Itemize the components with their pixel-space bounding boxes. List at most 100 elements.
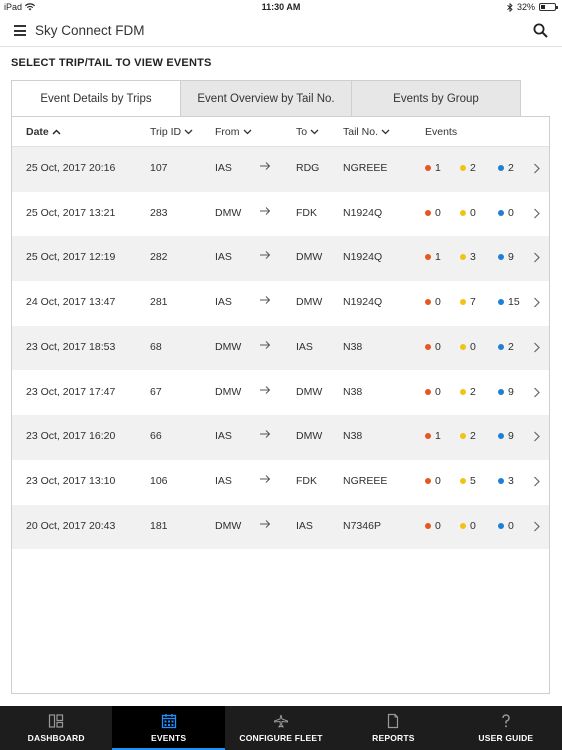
- event-count-yellow-value: 0: [470, 206, 476, 219]
- status-bar: iPad 11:30 AM 32%: [0, 0, 562, 14]
- row-trip-id: 282: [150, 251, 168, 264]
- yellow-dot-icon: [460, 299, 466, 306]
- event-count-yellow: 2: [460, 430, 476, 442]
- row-from: IAS: [215, 430, 232, 443]
- row-date: 23 Oct, 2017 18:53: [26, 340, 116, 353]
- yellow-dot-icon: [460, 388, 466, 395]
- column-from[interactable]: From: [215, 126, 252, 138]
- event-count-yellow: 5: [460, 475, 476, 487]
- column-tail-no-label: Tail No.: [343, 126, 379, 138]
- yellow-dot-icon: [460, 433, 466, 440]
- event-count-yellow: 0: [460, 341, 476, 353]
- document-icon: [385, 713, 401, 729]
- row-date: 20 Oct, 2017 20:43: [26, 519, 116, 532]
- blue-dot-icon: [498, 433, 504, 440]
- row-from: DMW: [215, 519, 242, 532]
- event-count-red: 1: [425, 430, 441, 442]
- arrow-right-icon: [259, 160, 271, 172]
- battery-percent: 32%: [516, 2, 535, 12]
- table-row[interactable]: 25 Oct, 2017 12:19 282 IAS DMW N1924Q 1 3 9: [12, 236, 549, 282]
- table-row[interactable]: 23 Oct, 2017 17:47 67 DMW DMW N38 0 2 9: [12, 371, 549, 416]
- event-count-blue: 2: [498, 162, 514, 174]
- table-row[interactable]: 25 Oct, 2017 20:16 107 IAS RDG NGREEE 1 2 2: [12, 147, 549, 192]
- row-to: FDK: [296, 474, 317, 487]
- row-tail-no: N38: [343, 385, 363, 398]
- hamburger-menu-icon[interactable]: [14, 25, 26, 36]
- row-tail-no: N1924Q: [343, 251, 383, 264]
- sort-ascending-icon: [52, 129, 61, 135]
- red-dot-icon: [425, 254, 431, 261]
- row-from: DMW: [215, 385, 242, 398]
- row-to: DMW: [296, 430, 323, 443]
- event-count-red: 0: [425, 207, 441, 219]
- event-count-red: 0: [425, 341, 441, 353]
- red-dot-icon: [425, 209, 431, 216]
- row-date: 25 Oct, 2017 13:21: [26, 206, 116, 219]
- table-row[interactable]: 20 Oct, 2017 20:43 181 DMW IAS N7346P 0 0 0: [12, 504, 549, 550]
- event-count-yellow: 3: [460, 251, 476, 263]
- search-icon[interactable]: [533, 23, 548, 38]
- table-header: Date Trip ID From To Tail No. Events: [12, 117, 549, 147]
- arrow-right-icon: [259, 473, 271, 485]
- table-row[interactable]: 23 Oct, 2017 13:10 106 IAS FDK NGREEE 0 5 3: [12, 460, 549, 505]
- blue-dot-icon: [498, 209, 504, 216]
- arrow-right-icon: [259, 249, 271, 261]
- event-count-yellow-value: 0: [470, 340, 476, 353]
- blue-dot-icon: [498, 343, 504, 350]
- tab-event-details-by-trips[interactable]: Event Details by Trips: [11, 80, 181, 117]
- chevron-down-icon: [243, 129, 251, 135]
- event-count-blue-value: 9: [508, 251, 514, 264]
- event-count-blue-value: 0: [508, 519, 514, 532]
- column-tail-no[interactable]: Tail No.: [343, 126, 390, 138]
- arrow-right-icon: [259, 518, 271, 530]
- row-tail-no: N1924Q: [343, 206, 383, 219]
- table-row[interactable]: 23 Oct, 2017 16:20 66 IAS DMW N38 1 2 9: [12, 415, 549, 460]
- event-count-red-value: 0: [435, 519, 441, 532]
- chevron-right-icon: [533, 208, 540, 219]
- tab-user-guide[interactable]: USER GUIDE: [450, 706, 562, 750]
- yellow-dot-icon: [460, 522, 466, 529]
- tab-configure-fleet[interactable]: CONFIGURE FLEET: [225, 706, 337, 750]
- column-trip-id[interactable]: Trip ID: [150, 126, 193, 138]
- row-from: DMW: [215, 206, 242, 219]
- tab-label: DASHBOARD: [27, 733, 85, 743]
- event-count-yellow-value: 2: [470, 430, 476, 443]
- row-tail-no: N7346P: [343, 519, 381, 532]
- yellow-dot-icon: [460, 165, 466, 171]
- yellow-dot-icon: [460, 209, 466, 216]
- event-count-red-value: 1: [435, 430, 441, 443]
- row-trip-id: 106: [150, 474, 168, 487]
- calendar-icon: [161, 713, 177, 729]
- red-dot-icon: [425, 388, 431, 395]
- chevron-right-icon: [533, 163, 540, 174]
- table-row[interactable]: 25 Oct, 2017 13:21 283 DMW FDK N1924Q 0 0 0: [12, 192, 549, 237]
- row-tail-no: N38: [343, 340, 363, 353]
- column-to[interactable]: To: [296, 126, 319, 138]
- chevron-right-icon: [533, 431, 540, 442]
- app-title: Sky Connect FDM: [35, 23, 145, 38]
- chevron-right-icon: [533, 521, 540, 532]
- event-count-yellow-value: 2: [470, 162, 476, 174]
- tab-events-by-group[interactable]: Events by Group: [352, 80, 521, 117]
- event-count-red-value: 0: [435, 296, 441, 309]
- tab-events[interactable]: EVENTS: [112, 706, 226, 750]
- bottom-tab-bar: DASHBOARD EVENTS CONFIGURE FLEET REPORTS USE…: [0, 706, 562, 750]
- red-dot-icon: [425, 477, 431, 484]
- event-count-red: 1: [425, 162, 441, 174]
- tab-reports[interactable]: REPORTS: [337, 706, 449, 750]
- blue-dot-icon: [498, 165, 504, 171]
- red-dot-icon: [425, 522, 431, 529]
- arrow-right-icon: [259, 384, 271, 396]
- table-row[interactable]: 23 Oct, 2017 18:53 68 DMW IAS N38 0 0 2: [12, 325, 549, 371]
- table-row[interactable]: 24 Oct, 2017 13:47 281 IAS DMW N1924Q 0 7 15: [12, 281, 549, 326]
- column-trip-id-label: Trip ID: [150, 126, 182, 138]
- tab-event-overview-by-tail[interactable]: Event Overview by Tail No.: [181, 80, 352, 117]
- tab-dashboard[interactable]: DASHBOARD: [0, 706, 112, 750]
- row-trip-id: 281: [150, 296, 168, 309]
- tab-label: REPORTS: [372, 733, 415, 743]
- app-bar: Sky Connect FDM: [0, 14, 562, 47]
- column-date[interactable]: Date: [26, 126, 61, 138]
- event-count-red: 0: [425, 386, 441, 398]
- event-count-blue: 15: [498, 296, 520, 308]
- arrow-right-icon: [259, 339, 271, 351]
